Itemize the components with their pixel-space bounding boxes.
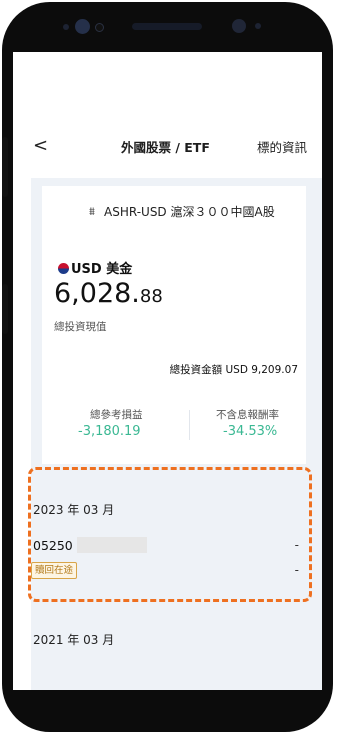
return-rate-label: 不含息報酬率 bbox=[216, 409, 279, 421]
sensor-dot bbox=[95, 23, 104, 32]
holding-summary-card: ⩩ ASHR-USD 滬深３００中國A股 USD 美金 6,028.88 總投資… bbox=[42, 186, 306, 464]
return-rate-value: -34.53% bbox=[223, 424, 278, 439]
currency-label: USD 美金 bbox=[71, 262, 133, 277]
volume-down-button bbox=[2, 284, 8, 334]
highlight-annotation bbox=[28, 467, 312, 602]
sensor-dot bbox=[255, 23, 261, 29]
status-badge: 贖回在途 bbox=[31, 562, 78, 579]
front-camera-icon bbox=[75, 19, 90, 34]
market-value-decimal: 88 bbox=[139, 286, 163, 307]
phone-frame: < 外國股票 / ETF 標的資訊 ⩩ ASHR-USD 滬深３００中國A股 U… bbox=[2, 2, 333, 732]
pnl-label: 總參考損益 bbox=[90, 409, 143, 421]
us-flag-icon bbox=[58, 263, 69, 274]
fund-name-text: ASHR-USD 滬深３００中國A股 bbox=[104, 205, 275, 219]
transaction-id[interactable]: 05250 bbox=[33, 538, 73, 553]
page-title: 外國股票 / ETF bbox=[121, 140, 210, 155]
record-month: 2021 年 03 月 bbox=[33, 633, 115, 647]
sensor-icon bbox=[232, 19, 246, 33]
market-value: 6,028.88 bbox=[54, 278, 163, 309]
metric-divider bbox=[189, 410, 190, 440]
balance-icon: ⩩ bbox=[89, 205, 95, 218]
back-button[interactable]: < bbox=[33, 134, 53, 158]
top-navigation: < 外國股票 / ETF 標的資訊 bbox=[13, 134, 322, 158]
sensor-dot bbox=[63, 24, 69, 30]
transaction-value-secondary: - bbox=[294, 563, 299, 577]
fund-name: ⩩ ASHR-USD 滬深３００中國A股 bbox=[89, 203, 304, 221]
masked-transaction-id bbox=[77, 537, 147, 553]
instrument-info-link[interactable]: 標的資訊 bbox=[257, 137, 307, 156]
app-screen: < 外國股票 / ETF 標的資訊 ⩩ ASHR-USD 滬深３００中國A股 U… bbox=[13, 52, 322, 690]
pnl-value: -3,180.19 bbox=[78, 424, 141, 439]
transaction-value: - bbox=[294, 538, 299, 552]
market-value-label: 總投資現值 bbox=[54, 321, 107, 333]
total-investment: 總投資金額 USD 9,209.07 bbox=[169, 364, 298, 376]
market-value-integer: 6,028. bbox=[54, 278, 140, 309]
record-month: 2023 年 03 月 bbox=[33, 503, 115, 517]
speaker-grille bbox=[132, 23, 202, 30]
camera-bar bbox=[2, 2, 333, 52]
volume-up-button bbox=[2, 137, 8, 197]
